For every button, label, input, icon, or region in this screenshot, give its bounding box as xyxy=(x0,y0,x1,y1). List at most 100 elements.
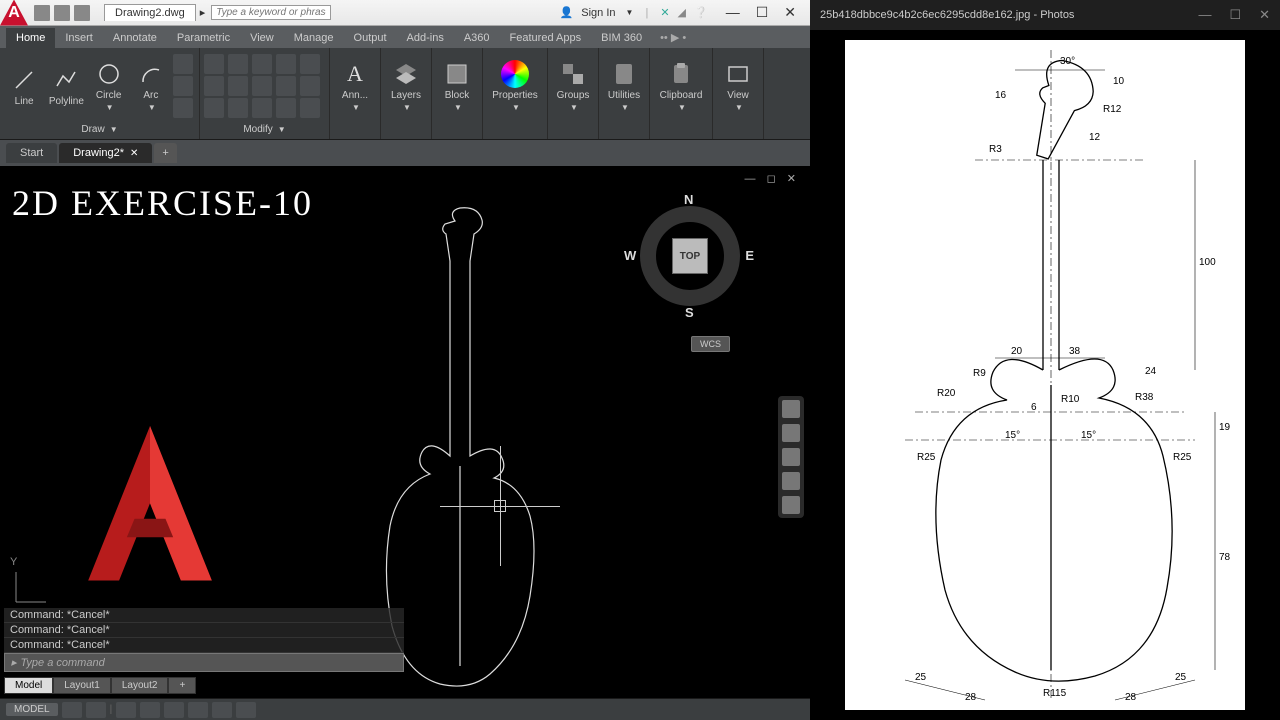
tab-featured[interactable]: Featured Apps xyxy=(500,28,592,48)
block-button[interactable]: Block▼ xyxy=(436,51,478,121)
ortho-icon[interactable] xyxy=(116,702,136,718)
polyline-button[interactable]: Polyline xyxy=(46,51,86,121)
rect-icon[interactable] xyxy=(173,54,193,74)
photos-close[interactable]: ✕ xyxy=(1259,7,1270,23)
save-icon[interactable] xyxy=(74,5,90,21)
tab-addins[interactable]: Add-ins xyxy=(397,28,454,48)
view-button[interactable]: View▼ xyxy=(717,51,759,121)
autocad-app-icon[interactable]: A xyxy=(0,0,28,26)
svg-text:78: 78 xyxy=(1219,552,1231,563)
close-button[interactable]: ✕ xyxy=(784,4,796,21)
move-icon[interactable] xyxy=(204,54,224,74)
showmotion-icon[interactable] xyxy=(782,496,800,514)
command-area: Command: *Cancel* Command: *Cancel* Comm… xyxy=(4,608,404,672)
tab-manage[interactable]: Manage xyxy=(284,28,344,48)
help-icon[interactable]: ❔ xyxy=(694,6,708,19)
utilities-button[interactable]: Utilities▼ xyxy=(603,51,645,121)
lweight-icon[interactable] xyxy=(212,702,232,718)
layers-button[interactable]: Layers▼ xyxy=(385,51,427,121)
svg-text:R10: R10 xyxy=(1061,394,1080,405)
wcs-badge[interactable]: WCS xyxy=(691,336,730,352)
close-tab-icon[interactable]: ✕ xyxy=(130,148,138,159)
steering-wheel-icon[interactable] xyxy=(782,400,800,418)
layout-2[interactable]: Layout2 xyxy=(111,677,169,694)
clipboard-button[interactable]: Clipboard▼ xyxy=(654,51,708,121)
signin-button[interactable]: Sign In xyxy=(581,7,615,19)
drawing-canvas[interactable]: — ◻ ✕ 2D EXERCISE-10 TOP N S E W WCS xyxy=(0,166,810,698)
command-input[interactable]: ▸ Type a command xyxy=(4,653,404,672)
fillet-icon[interactable] xyxy=(252,76,272,96)
osnap-icon[interactable] xyxy=(164,702,184,718)
break-icon[interactable] xyxy=(300,98,320,118)
tab-bim360[interactable]: BIM 360 xyxy=(591,28,652,48)
autodesk-icon[interactable]: ◢ xyxy=(678,6,686,19)
zoom-icon[interactable] xyxy=(782,448,800,466)
svg-text:28: 28 xyxy=(965,692,977,703)
viewcube-e[interactable]: E xyxy=(745,248,754,263)
polar-icon[interactable] xyxy=(140,702,160,718)
copy-icon[interactable] xyxy=(204,76,224,96)
status-model[interactable]: MODEL xyxy=(6,703,58,716)
stretch-icon[interactable] xyxy=(204,98,224,118)
signin-icon[interactable]: 👤 xyxy=(560,6,574,19)
viewcube[interactable]: TOP N S E W xyxy=(630,196,750,316)
line-button[interactable]: Line xyxy=(4,51,44,121)
snap-icon[interactable] xyxy=(86,702,106,718)
photos-canvas[interactable]: 30° 10 R12 16 12 R3 100 20 38 R9 R10 R38… xyxy=(810,30,1280,720)
search-input[interactable] xyxy=(211,5,331,20)
groups-button[interactable]: Groups▼ xyxy=(552,51,594,121)
array-icon[interactable] xyxy=(252,98,272,118)
new-icon[interactable] xyxy=(34,5,50,21)
exchange-icon[interactable]: ✕ xyxy=(660,6,669,19)
ellipse-icon[interactable] xyxy=(173,76,193,96)
photos-minimize[interactable]: — xyxy=(1198,7,1211,23)
tab-parametric[interactable]: Parametric xyxy=(167,28,240,48)
layout-model[interactable]: Model xyxy=(4,677,53,694)
navigation-bar[interactable] xyxy=(778,396,804,518)
minimize-button[interactable]: — xyxy=(726,4,740,21)
erase-icon[interactable] xyxy=(276,54,296,74)
viewport-controls[interactable]: — ◻ ✕ xyxy=(745,172,800,185)
orbit-icon[interactable] xyxy=(782,472,800,490)
tab-view[interactable]: View xyxy=(240,28,284,48)
svg-text:16: 16 xyxy=(995,90,1007,101)
doc-tab-start[interactable]: Start xyxy=(6,143,57,163)
viewcube-top[interactable]: TOP xyxy=(672,238,708,274)
new-tab-button[interactable]: + xyxy=(154,143,176,163)
mirror-icon[interactable] xyxy=(228,76,248,96)
trim-icon[interactable] xyxy=(252,54,272,74)
circle-button[interactable]: Circle▼ xyxy=(89,51,129,121)
tab-insert[interactable]: Insert xyxy=(55,28,103,48)
align-icon[interactable] xyxy=(276,98,296,118)
autocad-window: A Drawing2.dwg ▸ 👤 Sign In ▼ | ✕ ◢ ❔ — ☐… xyxy=(0,0,810,720)
arc-button[interactable]: Arc▼ xyxy=(131,51,171,121)
photos-title: 25b418dbbce9c4b2c6ec6295cdd8e162.jpg - P… xyxy=(820,9,1074,21)
viewcube-w[interactable]: W xyxy=(624,248,636,263)
tab-output[interactable]: Output xyxy=(344,28,397,48)
tab-home[interactable]: Home xyxy=(6,28,55,48)
tab-annotate[interactable]: Annotate xyxy=(103,28,167,48)
scale-icon[interactable] xyxy=(228,98,248,118)
tab-a360[interactable]: A360 xyxy=(454,28,500,48)
viewcube-s[interactable]: S xyxy=(685,305,694,320)
explode-icon[interactable] xyxy=(276,76,296,96)
open-icon[interactable] xyxy=(54,5,70,21)
otrack-icon[interactable] xyxy=(188,702,208,718)
panel-groups: Groups▼ xyxy=(548,48,599,139)
transparency-icon[interactable] xyxy=(236,702,256,718)
extend-icon[interactable] xyxy=(300,54,320,74)
layout-add[interactable]: + xyxy=(168,677,196,694)
pan-icon[interactable] xyxy=(782,424,800,442)
layout-1[interactable]: Layout1 xyxy=(53,677,111,694)
text-button[interactable]: AAnn...▼ xyxy=(334,51,376,121)
maximize-button[interactable]: ☐ xyxy=(756,4,769,21)
photos-maximize[interactable]: ☐ xyxy=(1229,7,1241,23)
hatch-icon[interactable] xyxy=(173,98,193,118)
rotate-icon[interactable] xyxy=(228,54,248,74)
offset-icon[interactable] xyxy=(300,76,320,96)
properties-button[interactable]: Properties▼ xyxy=(487,51,543,121)
doc-tab-drawing2[interactable]: Drawing2*✕ xyxy=(59,143,152,163)
panel-view: View▼ xyxy=(713,48,764,139)
viewcube-n[interactable]: N xyxy=(684,192,693,207)
grid-icon[interactable] xyxy=(62,702,82,718)
